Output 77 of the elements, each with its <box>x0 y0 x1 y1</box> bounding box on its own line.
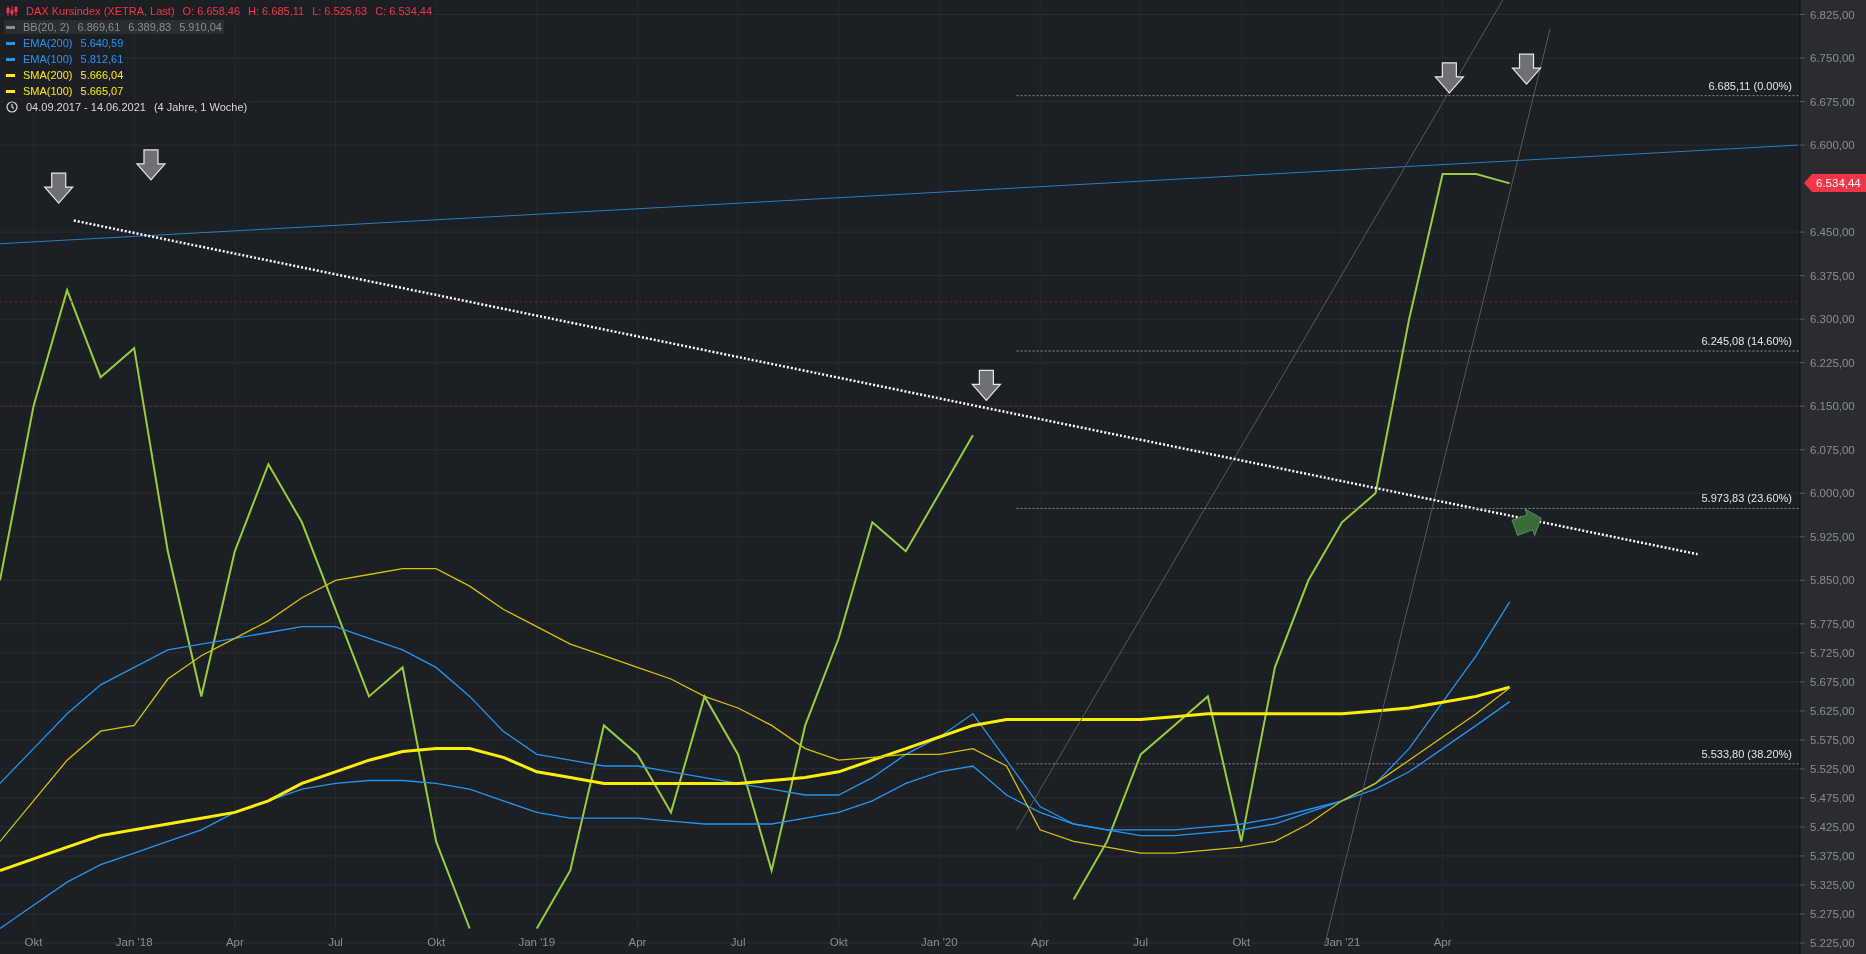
price-axis-label: 5.375,00 <box>1810 849 1855 862</box>
indicator-value: 5.640,59 <box>80 37 124 49</box>
time-axis-label: Apr <box>1031 936 1049 948</box>
price-axis-label: 5.425,00 <box>1810 820 1855 833</box>
time-axis-label: Apr <box>225 936 244 948</box>
indicator-value: 6.389,83 <box>128 21 172 33</box>
indicator-name: SMA(200) <box>23 69 73 81</box>
price-axis-label: 6.150,00 <box>1810 400 1855 413</box>
date-range-duration: (4 Jahre, 1 Woche) <box>153 101 248 113</box>
time-axis-label: Okt <box>24 936 43 948</box>
pointer-arrow-icon[interactable] <box>1511 508 1542 536</box>
price-axis-label: 5.525,00 <box>1810 762 1855 775</box>
price-axis-label: 6.825,00 <box>1810 8 1855 21</box>
time-axis-label: Apr <box>1433 936 1452 948</box>
indicator-row[interactable]: SMA(100) 5.665,07 <box>4 84 126 98</box>
time-axis-label: Jan '19 <box>518 936 556 948</box>
indicator-value: 5.665,07 <box>80 85 124 97</box>
time-axis-label: Jan '21 <box>1323 936 1361 948</box>
price-axis-label: 6.600,00 <box>1810 139 1855 152</box>
price-axis-label: 6.450,00 <box>1810 226 1855 239</box>
clock-icon <box>6 101 18 113</box>
time-axis-label: Jul <box>1133 936 1149 948</box>
time-axis-label: Okt <box>829 936 848 948</box>
price-axis-label: 6.375,00 <box>1810 269 1855 282</box>
down-arrow-icon[interactable] <box>43 172 75 205</box>
instrument-title: DAX Kursindex (XETRA, Last) <box>26 5 175 17</box>
price-axis-label: 5.575,00 <box>1810 733 1855 746</box>
fibonacci-label: 6.245,08 (14.60%) <box>1701 335 1792 348</box>
indicator-value: 5.910,04 <box>179 21 222 33</box>
price-axis-label: 6.300,00 <box>1810 313 1855 326</box>
indicator-value: 5.812,61 <box>80 53 124 65</box>
price-axis-label: 6.225,00 <box>1810 356 1855 369</box>
price-axis-label: 5.275,00 <box>1810 908 1855 920</box>
price-axis-label: 6.750,00 <box>1810 52 1855 65</box>
down-arrow-icon[interactable] <box>1511 53 1542 86</box>
ohlc-value: L: 6.525,63 <box>312 5 368 17</box>
price-axis-label: 6.000,00 <box>1810 487 1855 500</box>
down-arrow-icon[interactable] <box>1434 62 1465 94</box>
down-arrow-icon[interactable] <box>971 369 1002 402</box>
last-price-tag: 6.534,44 <box>1804 174 1866 193</box>
indicator-row[interactable]: BB(20, 2) 6.869,61 6.389,83 5.910,04 <box>4 20 224 34</box>
time-axis-label: Okt <box>1232 936 1251 948</box>
indicator-row[interactable]: EMA(200) 5.640,59 <box>4 36 126 50</box>
candlestick-icon <box>6 5 18 17</box>
time-axis-label: Apr <box>628 936 647 948</box>
price-axis-label: 5.475,00 <box>1810 791 1855 804</box>
price-axis-label: 5.850,00 <box>1810 574 1855 587</box>
indicator-value: 5.666,04 <box>80 69 124 81</box>
price-axis-label: 6.075,00 <box>1810 443 1855 456</box>
indicator-name: SMA(100) <box>23 85 73 97</box>
down-arrow-icon[interactable] <box>135 149 167 181</box>
indicator-row[interactable]: SMA(200) 5.666,04 <box>4 68 126 82</box>
time-axis-label: Jul <box>730 936 746 948</box>
time-axis-label: Jul <box>328 936 343 948</box>
price-axis-label: 5.325,00 <box>1810 878 1855 891</box>
time-axis-label: Okt <box>427 936 446 948</box>
indicator-row[interactable]: EMA(100) 5.812,61 <box>4 52 126 66</box>
price-axis-label: 6.675,00 <box>1810 95 1855 108</box>
price-axis-label: 5.225,00 <box>1810 937 1855 949</box>
ohlc-value: H: 6.685,11 <box>248 5 305 17</box>
indicator-name: BB(20, 2) <box>23 21 70 33</box>
price-axis-label: 5.675,00 <box>1810 675 1855 688</box>
fibonacci-label: 5.533,80 (38.20%) <box>1701 747 1792 760</box>
ohlc-value: C: 6.534,44 <box>375 5 433 17</box>
fibonacci-label: 6.685,11 (0.00%) <box>1708 79 1792 92</box>
price-axis-label: 5.775,00 <box>1810 617 1855 630</box>
indicator-value: 6.869,61 <box>77 21 121 33</box>
time-axis-label: Jan '20 <box>921 936 958 948</box>
fibonacci-label: 5.973,83 (23.60%) <box>1701 492 1792 505</box>
time-axis-label: Jan '18 <box>115 936 153 948</box>
indicator-name: EMA(200) <box>23 37 73 49</box>
date-range: 04.09.2017 - 14.06.2021 <box>26 101 146 113</box>
price-axis-label: 5.725,00 <box>1810 646 1855 659</box>
ohlc-value: O: 6.658,46 <box>182 5 241 17</box>
price-axis-label: 5.925,00 <box>1810 530 1855 543</box>
indicator-name: EMA(100) <box>23 53 73 65</box>
price-axis-label: 5.625,00 <box>1810 704 1855 717</box>
